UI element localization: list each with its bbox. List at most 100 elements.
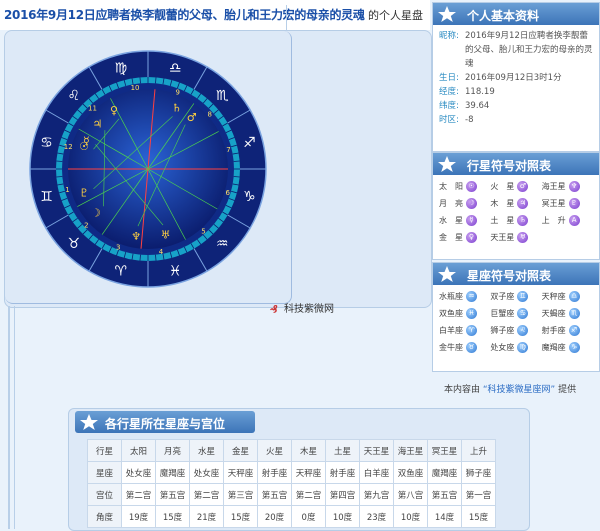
table-cell: 第五宫 — [257, 483, 292, 506]
house-number: 12 — [64, 143, 73, 151]
table-cell: 射手座 — [325, 461, 360, 484]
credit-prefix: 本内容由 — [444, 385, 481, 395]
positions-header: 各行星所在星座与宫位 — [75, 411, 255, 433]
table-cell: 23度 — [359, 505, 394, 528]
symbol-glyph-icon: ♒ — [466, 291, 477, 302]
symbol-glyph-icon: ♏ — [568, 308, 580, 319]
house-number: 5 — [201, 228, 205, 236]
profile-value: 39.64 — [465, 101, 490, 111]
symbol-label: 上 升 — [541, 216, 566, 225]
symbol-entry: 天王星 ♅ — [490, 232, 541, 243]
table-cell: 14度 — [427, 505, 462, 528]
symbol-glyph-icon: ♃ — [517, 198, 529, 209]
symbol-glyph-icon: ☽ — [466, 198, 477, 209]
symbol-label: 巨蟹座 — [490, 309, 515, 318]
symbol-glyph-icon: ☉ — [466, 181, 477, 192]
symbol-glyph-icon: ♓ — [466, 308, 477, 319]
profile-key: 纬度: — [439, 101, 459, 111]
house-number: 7 — [226, 146, 230, 154]
table-cell: 宫位 — [87, 483, 122, 506]
table-cell: 角度 — [87, 505, 122, 528]
symbol-label: 魔羯座 — [541, 343, 566, 352]
table-cell: 第四宫 — [325, 483, 360, 506]
symbol-glyph-icon: ♄ — [517, 215, 529, 226]
symbol-glyph-icon: ♆ — [568, 181, 580, 192]
symbol-label: 金牛座 — [439, 343, 463, 352]
profile-key: 经度: — [439, 87, 459, 97]
profile-value: -8 — [465, 115, 474, 125]
credit-link[interactable]: “科技紫微星座网” — [483, 385, 555, 395]
symbol-label: 水 星 — [439, 216, 463, 225]
page-title: 2016年9月12日应聘者换李靓蕾的父母、胎儿和王力宏的母亲的灵魂 — [4, 8, 365, 22]
table-cell: 白羊座 — [359, 461, 394, 484]
symbol-label: 木 星 — [490, 199, 515, 208]
degree-tick — [56, 160, 63, 162]
symbol-label: 双鱼座 — [439, 309, 463, 318]
symbol-entry: 火 星 ♂ — [490, 181, 541, 192]
symbol-label: 白羊座 — [439, 326, 463, 335]
symbol-glyph-icon: ♅ — [517, 232, 529, 243]
planet-glyph-icon: ♄ — [172, 101, 182, 114]
table-cell: 天王星 — [359, 439, 394, 462]
symbol-glyph-icon: ♇ — [568, 198, 580, 209]
planet-symbols-heading: 行星符号对照表 — [467, 159, 552, 173]
zodiac-glyph-icon: ♏ — [216, 88, 229, 104]
symbol-label: 狮子座 — [490, 326, 515, 335]
symbol-label: 天王星 — [490, 233, 515, 242]
planet-glyph-icon: ♅ — [161, 229, 171, 242]
planet-glyph-icon: ♂ — [187, 111, 197, 124]
table-cell: 21度 — [189, 505, 224, 528]
profile-row: 昵称: 2016年9月12日应聘者换李靓蕾的父母、胎儿和王力宏的母亲的灵魂 — [439, 29, 593, 71]
house-number: 4 — [159, 248, 164, 256]
symbol-entry: 金牛座 ♉ — [439, 342, 490, 353]
star-icon — [438, 6, 456, 22]
symbol-entry: 太 阳 ☉ — [439, 181, 490, 192]
divider-line — [8, 306, 10, 529]
house-number: 2 — [84, 222, 88, 230]
profile-row: 生日: 2016年09月12日3时1分 — [439, 71, 593, 85]
table-cell: 上升 — [461, 439, 496, 462]
table-cell: 15度 — [155, 505, 190, 528]
title-bar: 2016年9月12日应聘者换李靓蕾的父母、胎儿和王力宏的母亲的灵魂 的个人星盘 — [0, 0, 430, 30]
symbol-label: 天秤座 — [541, 292, 566, 301]
watermark: ₰ 科技紫微网 — [270, 300, 334, 316]
table-cell: 太阳 — [121, 439, 156, 462]
symbol-entry: 天秤座 ♎ — [542, 291, 593, 302]
symbol-label: 冥王星 — [541, 199, 566, 208]
table-cell: 月亮 — [155, 439, 190, 462]
symbol-label: 处女座 — [490, 343, 515, 352]
symbol-entry: 木 星 ♃ — [490, 198, 541, 209]
symbol-entry: 双子座 ♊ — [490, 291, 541, 302]
symbol-glyph-icon: ♈ — [466, 325, 477, 336]
profile-body: 昵称: 2016年9月12日应聘者换李靓蕾的父母、胎儿和王力宏的母亲的灵魂 生日: 2… — [433, 25, 599, 131]
profile-row: 时区: -8 — [439, 113, 593, 127]
logo-icon: ₰ — [270, 303, 278, 316]
planet-symbols-panel: 行星符号对照表 太 阳 ☉ 火 星 ♂ 海王星 ♆ 月 亮 ☽ 木 星 ♃ 冥王星 ♇ 水 星 ☿ 土 星 ♄… — [432, 152, 600, 260]
symbol-glyph-icon: ♍ — [517, 342, 529, 353]
degree-tick — [155, 77, 157, 84]
symbol-entry: 水 星 ☿ — [439, 215, 490, 226]
profile-header: 个人基本资料 — [433, 3, 599, 25]
house-number: 1 — [65, 186, 69, 194]
symbol-glyph-icon: ♑ — [568, 342, 580, 353]
house-number: 6 — [226, 189, 231, 197]
profile-heading: 个人基本资料 — [467, 9, 540, 23]
planet-glyph-icon: ♃ — [93, 117, 103, 130]
sign-symbols-panel: 星座符号对照表 水瓶座 ♒ 双子座 ♊ 天秤座 ♎ 双鱼座 ♓ 巨蟹座 ♋ 天蝎座 ♏ 白羊座 ♈ 狮子座 ♌… — [432, 262, 600, 372]
table-cell: 行星 — [87, 439, 122, 462]
table-cell: 火星 — [257, 439, 292, 462]
profile-panel: 个人基本资料 昵称: 2016年9月12日应聘者换李靓蕾的父母、胎儿和王力宏的母亲… — [432, 2, 600, 152]
table-cell: 20度 — [257, 505, 292, 528]
profile-row: 经度: 118.19 — [439, 85, 593, 99]
table-cell: 15度 — [223, 505, 258, 528]
credit-line: 本内容由 “科技紫微星座网” 提供 — [444, 382, 576, 395]
table-cell: 19度 — [121, 505, 156, 528]
table-cell: 魔羯座 — [427, 461, 462, 484]
page-subtitle: 的个人星盘 — [368, 9, 423, 22]
star-icon — [80, 414, 98, 430]
credit-suffix: 提供 — [558, 385, 577, 395]
table-cell: 天秤座 — [291, 461, 326, 484]
table-cell: 10度 — [325, 505, 360, 528]
table-cell: 星座 — [87, 461, 122, 484]
symbol-entry: 狮子座 ♌ — [490, 325, 541, 336]
